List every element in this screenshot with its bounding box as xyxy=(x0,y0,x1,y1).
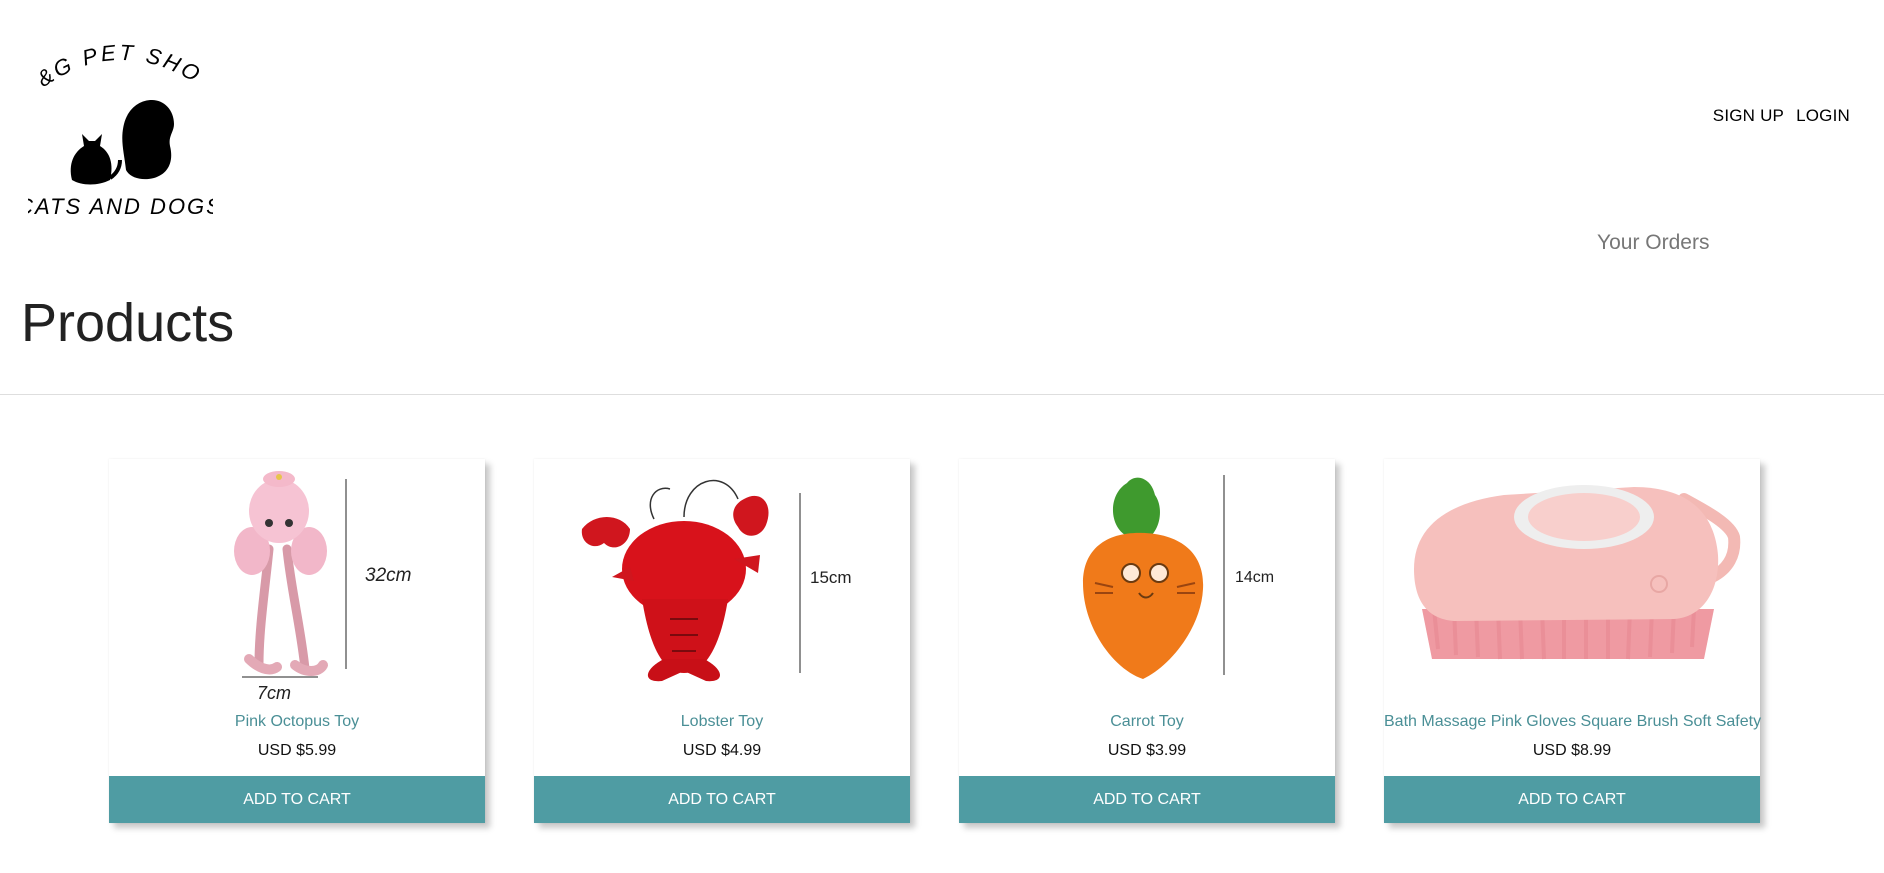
product-card: Bath Massage Pink Gloves Square Brush So… xyxy=(1384,459,1761,823)
product-image-lobster[interactable]: 15cm xyxy=(534,459,910,709)
product-price: USD $3.99 xyxy=(1107,742,1187,759)
logo-bottom-text: CATS AND DOGS xyxy=(28,194,213,219)
add-to-cart-button[interactable]: ADD TO CART xyxy=(109,776,485,823)
your-orders-link[interactable]: Your Orders xyxy=(1597,231,1709,255)
add-to-cart-button[interactable]: ADD TO CART xyxy=(959,776,1335,823)
dimension-height-label: 32cm xyxy=(365,565,411,586)
product-price: USD $8.99 xyxy=(1532,742,1612,759)
product-image-bath-brush[interactable] xyxy=(1384,459,1760,709)
product-card: 14cm Carrot Toy USD $3.99 ADD TO CART xyxy=(959,459,1335,823)
top-nav: SIGN UP LOGIN xyxy=(1713,106,1850,126)
page-title: Products xyxy=(21,293,235,353)
product-image-octopus[interactable]: 32cm 7cm xyxy=(109,459,485,709)
svg-text:S&G PET SHOP: S&G PET SHOP xyxy=(28,40,207,92)
product-card: 32cm 7cm Pink Octopus Toy USD $5.99 ADD … xyxy=(109,459,485,823)
login-link[interactable]: LOGIN xyxy=(1796,106,1850,126)
dimension-height-label: 14cm xyxy=(1235,569,1274,586)
signup-link[interactable]: SIGN UP xyxy=(1713,106,1784,126)
product-name[interactable]: Bath Massage Pink Gloves Square Brush So… xyxy=(1384,713,1761,731)
product-card: 15cm Lobster Toy USD $4.99 ADD TO CART xyxy=(534,459,910,823)
dimension-width-label: 7cm xyxy=(257,683,291,703)
product-name[interactable]: Pink Octopus Toy xyxy=(109,713,485,731)
shop-logo[interactable]: S&G PET SHOP CATS AND DOGS xyxy=(17,20,221,220)
product-price: USD $4.99 xyxy=(682,742,762,759)
add-to-cart-button[interactable]: ADD TO CART xyxy=(1384,776,1760,823)
logo-top-text: S&G PET SHOP xyxy=(19,20,203,92)
product-name[interactable]: Lobster Toy xyxy=(534,713,910,731)
product-image-carrot[interactable]: 14cm xyxy=(959,459,1335,709)
add-to-cart-button[interactable]: ADD TO CART xyxy=(534,776,910,823)
product-name[interactable]: Carrot Toy xyxy=(959,713,1335,731)
header-divider xyxy=(0,394,1884,395)
dimension-height-label: 15cm xyxy=(810,568,852,587)
product-price: USD $5.99 xyxy=(257,742,337,759)
